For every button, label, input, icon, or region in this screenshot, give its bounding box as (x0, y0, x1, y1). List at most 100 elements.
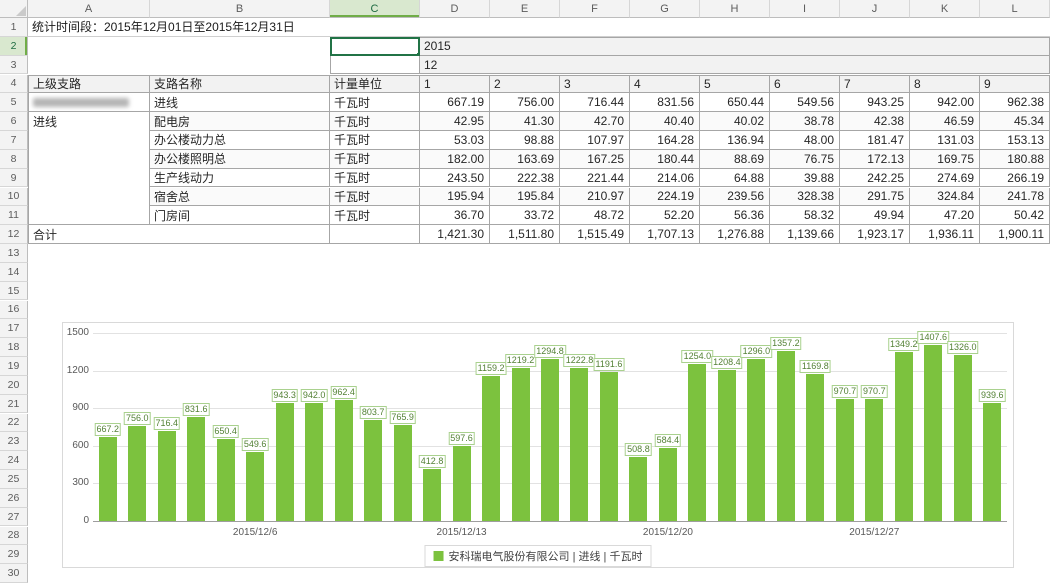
row-header-27[interactable]: 27 (0, 508, 28, 527)
cell-value[interactable]: 214.06 (630, 169, 700, 188)
cell-value[interactable]: 224.19 (630, 188, 700, 207)
cell-value[interactable]: 42.70 (560, 112, 630, 131)
cell-value[interactable]: 172.13 (840, 150, 910, 169)
cell-month[interactable]: 12 (420, 56, 1050, 75)
cell-value[interactable]: 45.34 (980, 112, 1050, 131)
cell-branch-name[interactable]: 门房间 (150, 206, 330, 225)
row-header-15[interactable]: 15 (0, 282, 28, 301)
row-header-9[interactable]: 9 (0, 169, 28, 188)
cell-value[interactable]: 650.44 (700, 93, 770, 112)
cell-value[interactable]: 169.75 (910, 150, 980, 169)
bar-day-24[interactable] (777, 351, 795, 521)
row-header-1[interactable]: 1 (0, 18, 28, 37)
header-day-9[interactable]: 9 (980, 75, 1050, 94)
column-header-B[interactable]: B (150, 0, 330, 18)
bar-day-8[interactable] (305, 403, 323, 521)
fill-handle[interactable] (416, 52, 420, 56)
cell-total-value[interactable]: 1,923.17 (840, 225, 910, 244)
cell-value[interactable]: 40.02 (700, 112, 770, 131)
cell-value[interactable]: 241.78 (980, 188, 1050, 207)
cell-value[interactable]: 48.72 (560, 206, 630, 225)
cell-value[interactable]: 239.56 (700, 188, 770, 207)
cell-value[interactable]: 153.13 (980, 131, 1050, 150)
row-header-6[interactable]: 6 (0, 112, 28, 131)
redacted-company-cell[interactable] (28, 93, 150, 112)
cell-value[interactable]: 42.38 (840, 112, 910, 131)
bar-day-23[interactable] (747, 359, 765, 521)
cell-value[interactable]: 98.88 (490, 131, 560, 150)
selected-cell-C2[interactable] (330, 37, 420, 56)
row-header-11[interactable]: 11 (0, 206, 28, 225)
cell-branch-name[interactable]: 办公楼照明总 (150, 150, 330, 169)
cell-value[interactable]: 756.00 (490, 93, 560, 112)
bar-day-25[interactable] (806, 374, 824, 521)
bar-day-4[interactable] (187, 417, 205, 521)
cell-total-value[interactable]: 1,421.30 (420, 225, 490, 244)
bar-day-14[interactable] (482, 376, 500, 521)
header-day-5[interactable]: 5 (700, 75, 770, 94)
row-header-13[interactable]: 13 (0, 244, 28, 263)
cell-total-value[interactable]: 1,936.11 (910, 225, 980, 244)
cell-value[interactable]: 210.97 (560, 188, 630, 207)
cell-total-value[interactable]: 1,139.66 (770, 225, 840, 244)
bar-day-5[interactable] (217, 439, 235, 521)
cell-value[interactable]: 48.00 (770, 131, 840, 150)
cell-value[interactable]: 40.40 (630, 112, 700, 131)
cell-value[interactable]: 195.94 (420, 188, 490, 207)
header-day-6[interactable]: 6 (770, 75, 840, 94)
cell-unit[interactable]: 千瓦时 (330, 150, 420, 169)
cell-value[interactable]: 164.28 (630, 131, 700, 150)
bar-day-29[interactable] (924, 345, 942, 521)
cell-value[interactable]: 243.50 (420, 169, 490, 188)
bar-day-11[interactable] (394, 425, 412, 521)
cell-total-value[interactable]: 1,900.11 (980, 225, 1050, 244)
bar-day-9[interactable] (335, 400, 353, 521)
row-header-3[interactable]: 3 (0, 56, 28, 75)
row-header-12[interactable]: 12 (0, 225, 28, 244)
bar-day-15[interactable] (512, 368, 530, 521)
row-header-21[interactable]: 21 (0, 395, 28, 414)
cell-value[interactable]: 221.44 (560, 169, 630, 188)
cell-C3-empty[interactable] (330, 56, 420, 75)
bar-day-18[interactable] (600, 372, 618, 521)
cell-value[interactable]: 943.25 (840, 93, 910, 112)
column-header-L[interactable]: L (980, 0, 1050, 18)
cell-total-value[interactable]: 1,276.88 (700, 225, 770, 244)
row-header-10[interactable]: 10 (0, 188, 28, 207)
cell-branch-name[interactable]: 生产线动力 (150, 169, 330, 188)
bar-day-26[interactable] (836, 399, 854, 521)
cell-branch-name[interactable]: 进线 (150, 93, 330, 112)
cell-unit[interactable]: 千瓦时 (330, 93, 420, 112)
row-header-8[interactable]: 8 (0, 150, 28, 169)
column-header-G[interactable]: G (630, 0, 700, 18)
cell-value[interactable]: 58.32 (770, 206, 840, 225)
cell-branch-name[interactable]: 办公楼动力总 (150, 131, 330, 150)
row-header-26[interactable]: 26 (0, 489, 28, 508)
cell-value[interactable]: 88.69 (700, 150, 770, 169)
cell-value[interactable]: 182.00 (420, 150, 490, 169)
cell-total-empty[interactable] (330, 225, 420, 244)
row-header-30[interactable]: 30 (0, 564, 28, 583)
bar-day-13[interactable] (453, 446, 471, 521)
row-header-25[interactable]: 25 (0, 470, 28, 489)
header-day-3[interactable]: 3 (560, 75, 630, 94)
select-all-corner[interactable] (0, 0, 28, 18)
header-unit[interactable]: 计量单位 (330, 75, 420, 94)
cell-value[interactable]: 47.20 (910, 206, 980, 225)
cell-value[interactable]: 41.30 (490, 112, 560, 131)
cell-value[interactable]: 831.56 (630, 93, 700, 112)
header-day-1[interactable]: 1 (420, 75, 490, 94)
cell-unit[interactable]: 千瓦时 (330, 188, 420, 207)
column-header-J[interactable]: J (840, 0, 910, 18)
cell-unit[interactable]: 千瓦时 (330, 131, 420, 150)
cell-unit[interactable]: 千瓦时 (330, 206, 420, 225)
cell-value[interactable]: 291.75 (840, 188, 910, 207)
bar-day-7[interactable] (276, 403, 294, 521)
bar-day-6[interactable] (246, 452, 264, 521)
row-header-14[interactable]: 14 (0, 263, 28, 282)
cell-value[interactable]: 64.88 (700, 169, 770, 188)
row-header-16[interactable]: 16 (0, 301, 28, 320)
column-header-E[interactable]: E (490, 0, 560, 18)
column-header-H[interactable]: H (700, 0, 770, 18)
cell-value[interactable]: 38.78 (770, 112, 840, 131)
